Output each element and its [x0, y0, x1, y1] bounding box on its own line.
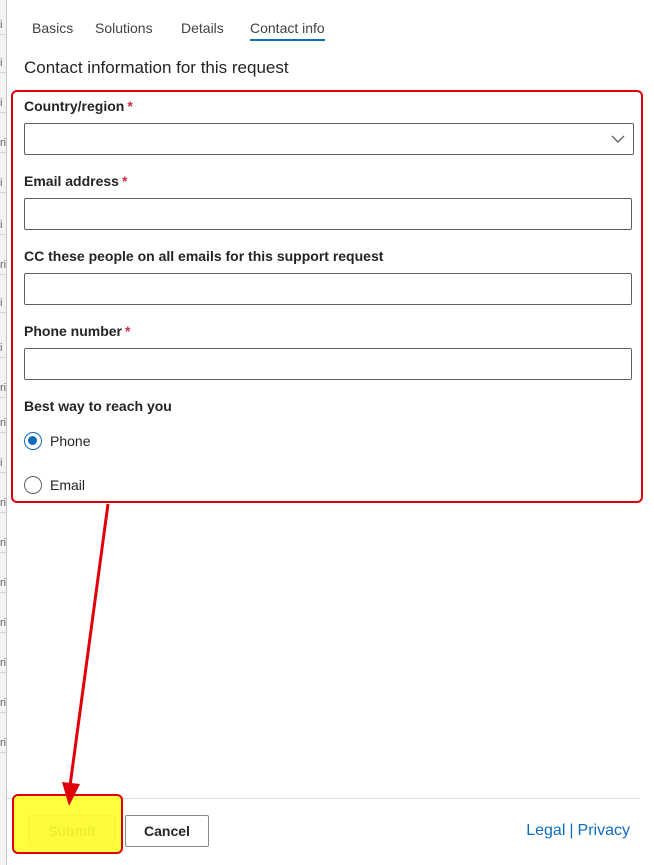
background-row-text: ri — [0, 657, 7, 669]
background-row-text: ri — [0, 737, 7, 749]
link-separator: | — [569, 822, 574, 839]
background-row-divider — [0, 592, 6, 593]
background-row-text: ri — [0, 577, 7, 589]
background-row-text: i — [0, 219, 3, 231]
privacy-link[interactable]: Privacy — [578, 822, 630, 839]
background-row-text: ri — [0, 537, 7, 549]
background-row-divider — [0, 274, 6, 275]
background-row-divider — [0, 752, 6, 753]
background-row-divider — [0, 112, 6, 113]
background-row-divider — [0, 512, 6, 513]
background-row-divider — [0, 72, 6, 73]
tab-contact-info[interactable]: Contact info — [250, 18, 325, 41]
annotation-box — [11, 90, 643, 503]
background-row-divider — [0, 672, 6, 673]
background-row-text: i — [0, 97, 3, 109]
background-row-text: ri — [0, 697, 7, 709]
footer-divider — [7, 798, 640, 799]
background-page-edge: i i i ri i i ri i i ri ri i ri ri ri ri ri ri ri — [0, 0, 7, 865]
background-row-divider — [0, 312, 6, 313]
background-row-divider — [0, 34, 6, 35]
background-row-text: i — [0, 297, 3, 309]
background-row-text: ri — [0, 497, 7, 509]
background-row-divider — [0, 552, 6, 553]
background-row-text: i — [0, 342, 3, 354]
background-row-divider — [0, 357, 6, 358]
background-row-text: ri — [0, 137, 7, 149]
background-row-divider — [0, 472, 6, 473]
background-row-divider — [0, 432, 6, 433]
tab-solutions[interactable]: Solutions — [95, 18, 153, 38]
background-row-divider — [0, 712, 6, 713]
background-row-text: i — [0, 19, 3, 31]
background-row-divider — [0, 192, 6, 193]
footer-links: Legal | Privacy — [526, 822, 630, 840]
tab-basics[interactable]: Basics — [32, 18, 73, 38]
background-row-divider — [0, 397, 6, 398]
background-row-text: ri — [0, 617, 7, 629]
legal-link[interactable]: Legal — [526, 822, 565, 839]
background-row-divider — [0, 152, 6, 153]
background-row-text: ri — [0, 417, 7, 429]
submit-button[interactable]: Submit — [28, 815, 116, 847]
background-row-text: i — [0, 57, 3, 69]
background-row-divider — [0, 632, 6, 633]
background-row-text: i — [0, 177, 3, 189]
background-row-text: ri — [0, 382, 7, 394]
cancel-button[interactable]: Cancel — [125, 815, 209, 847]
background-row-text: ri — [0, 259, 7, 271]
background-row-divider — [0, 234, 6, 235]
tab-details[interactable]: Details — [181, 18, 224, 38]
section-title: Contact information for this request — [24, 58, 289, 77]
background-row-text: i — [0, 457, 3, 469]
